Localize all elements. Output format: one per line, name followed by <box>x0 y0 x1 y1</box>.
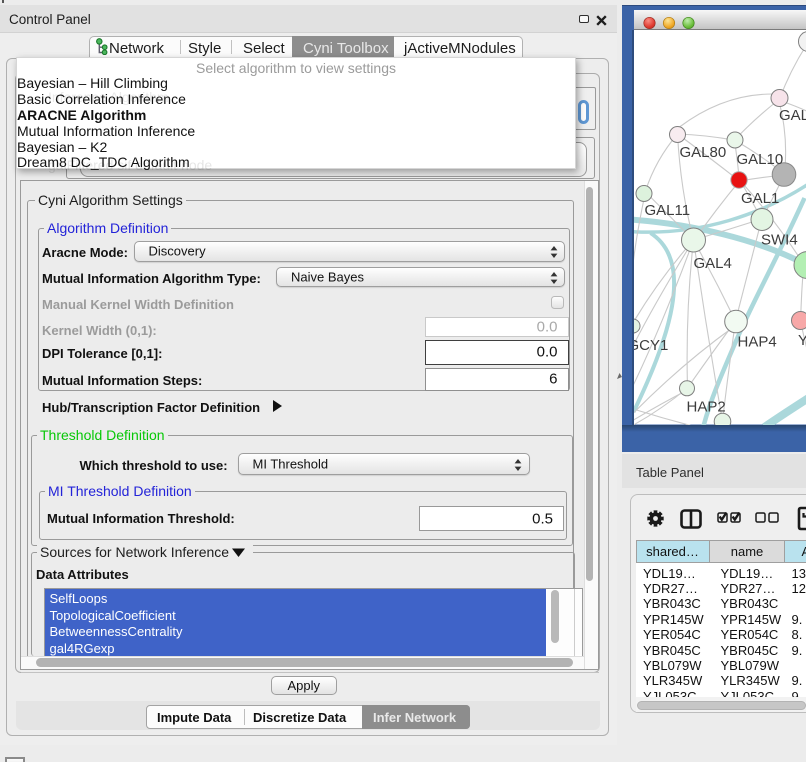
svg-text:GAL10: GAL10 <box>736 151 783 168</box>
svg-text:GAL1: GAL1 <box>741 190 779 207</box>
svg-text:GAL4: GAL4 <box>693 255 731 272</box>
svg-text:Y: Y <box>798 332 806 349</box>
svg-text:HAP2: HAP2 <box>686 399 725 416</box>
svg-text:HAP4: HAP4 <box>737 334 776 351</box>
svg-text:GAL80: GAL80 <box>679 144 726 161</box>
svg-text:GAL7: GAL7 <box>779 107 806 124</box>
svg-text:SWI4: SWI4 <box>761 232 798 249</box>
svg-text:GAL11: GAL11 <box>644 202 690 219</box>
svg-text:GCY1: GCY1 <box>634 337 668 354</box>
